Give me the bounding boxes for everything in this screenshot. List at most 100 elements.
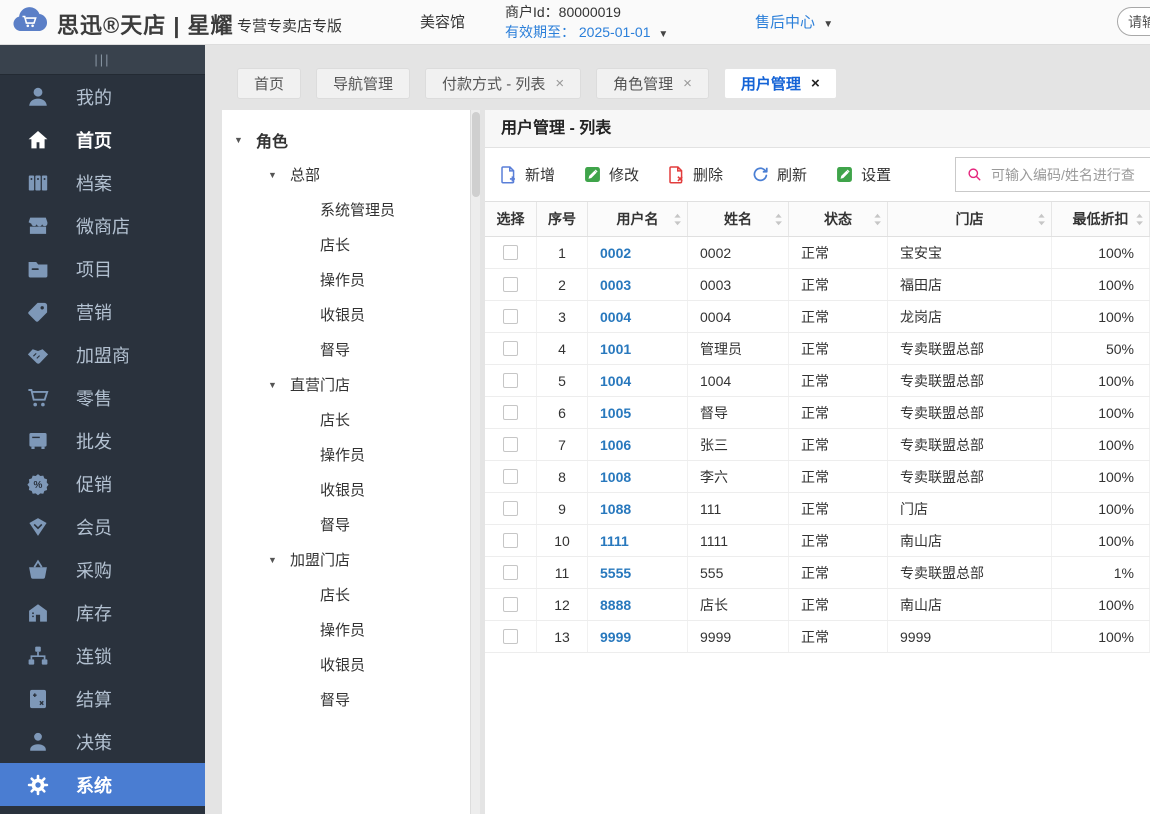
sort-icon[interactable] bbox=[1135, 213, 1144, 226]
column-header-store[interactable]: 门店 bbox=[888, 202, 1052, 236]
tree-node[interactable]: 督导 bbox=[222, 682, 470, 717]
table-row[interactable]: 1 0002 0002 正常 宝安宝 100% bbox=[485, 237, 1150, 269]
tree-node[interactable]: 店长 bbox=[222, 577, 470, 612]
sidebar-item-promotion[interactable]: % 促销 bbox=[0, 462, 205, 505]
tree-node[interactable]: 收银员 bbox=[222, 472, 470, 507]
table-row[interactable]: 12 8888 店长 正常 南山店 100% bbox=[485, 589, 1150, 621]
tab-4[interactable]: 角色管理 × bbox=[596, 68, 709, 99]
delete-button[interactable]: 删除 bbox=[667, 164, 723, 185]
sidebar-item-system[interactable]: 系统 bbox=[0, 763, 205, 806]
tree-node[interactable]: 操作员 bbox=[222, 612, 470, 647]
row-checkbox[interactable] bbox=[503, 533, 518, 548]
row-checkbox[interactable] bbox=[503, 629, 518, 644]
row-checkbox[interactable] bbox=[503, 341, 518, 356]
table-row[interactable]: 9 1088 111 正常 门店 100% bbox=[485, 493, 1150, 525]
tree-scrollbar-thumb[interactable] bbox=[472, 112, 480, 197]
tree-node[interactable]: ▼ 直营门店 bbox=[222, 367, 470, 402]
row-checkbox[interactable] bbox=[503, 469, 518, 484]
table-row[interactable]: 7 1006 张三 正常 专卖联盟总部 100% bbox=[485, 429, 1150, 461]
sidebar-item-wholesale[interactable]: 批发 bbox=[0, 419, 205, 462]
sidebar-item-marketing[interactable]: 营销 bbox=[0, 290, 205, 333]
add-button[interactable]: 新增 bbox=[499, 164, 555, 185]
tree-node[interactable]: 操作员 bbox=[222, 437, 470, 472]
row-checkbox[interactable] bbox=[503, 245, 518, 260]
column-header-status[interactable]: 状态 bbox=[789, 202, 888, 236]
row-checkbox[interactable] bbox=[503, 373, 518, 388]
tree-node[interactable]: 收银员 bbox=[222, 297, 470, 332]
tree-node[interactable]: 店长 bbox=[222, 402, 470, 437]
sidebar-item-purchasing[interactable]: 采购 bbox=[0, 548, 205, 591]
tab-1[interactable]: 首页 bbox=[237, 68, 302, 99]
tree-node[interactable]: 操作员 bbox=[222, 262, 470, 297]
username-link[interactable]: 0004 bbox=[600, 309, 631, 325]
username-link[interactable]: 1006 bbox=[600, 437, 631, 453]
sidebar-item-archives[interactable]: 档案 bbox=[0, 161, 205, 204]
sort-icon[interactable] bbox=[1037, 213, 1046, 226]
table-row[interactable]: 3 0004 0004 正常 龙岗店 100% bbox=[485, 301, 1150, 333]
tree-expand-icon[interactable]: ▼ bbox=[234, 135, 256, 145]
sidebar-item-retail[interactable]: 零售 bbox=[0, 376, 205, 419]
sidebar-item-home[interactable]: 首页 bbox=[0, 118, 205, 161]
refresh-button[interactable]: 刷新 bbox=[751, 164, 807, 185]
table-row[interactable]: 6 1005 督导 正常 专卖联盟总部 100% bbox=[485, 397, 1150, 429]
sort-icon[interactable] bbox=[673, 213, 682, 226]
tree-node[interactable]: 系统管理员 bbox=[222, 192, 470, 227]
tree-scrollbar[interactable] bbox=[470, 110, 480, 814]
tree-node[interactable]: ▼ 角色 bbox=[222, 122, 470, 157]
table-row[interactable]: 8 1008 李六 正常 专卖联盟总部 100% bbox=[485, 461, 1150, 493]
tree-expand-icon[interactable]: ▼ bbox=[268, 380, 290, 390]
table-row[interactable]: 13 9999 9999 正常 9999 100% bbox=[485, 621, 1150, 653]
validity-dropdown[interactable]: 有效期至： 2025-01-01 ▼ bbox=[505, 22, 668, 45]
sidebar-item-settlement[interactable]: 结算 bbox=[0, 677, 205, 720]
row-checkbox[interactable] bbox=[503, 437, 518, 452]
tree-node[interactable]: 收银员 bbox=[222, 647, 470, 682]
column-header-username[interactable]: 用户名 bbox=[588, 202, 688, 236]
table-search-input[interactable] bbox=[991, 166, 1150, 183]
sidebar-item-mine[interactable]: 我的 bbox=[0, 75, 205, 118]
tab-5[interactable]: 用户管理 × bbox=[723, 68, 837, 99]
username-link[interactable]: 0002 bbox=[600, 245, 631, 261]
username-link[interactable]: 0003 bbox=[600, 277, 631, 293]
column-header-name[interactable]: 姓名 bbox=[688, 202, 789, 236]
username-link[interactable]: 1004 bbox=[600, 373, 631, 389]
tree-expand-icon[interactable]: ▼ bbox=[268, 555, 290, 565]
column-header-discount[interactable]: 最低折扣 bbox=[1052, 202, 1150, 236]
close-icon[interactable]: × bbox=[683, 76, 692, 91]
username-link[interactable]: 1111 bbox=[600, 533, 629, 549]
modify-button[interactable]: 修改 bbox=[583, 164, 639, 185]
username-link[interactable]: 5555 bbox=[600, 565, 631, 581]
username-link[interactable]: 1008 bbox=[600, 469, 631, 485]
tree-node[interactable]: ▼ 总部 bbox=[222, 157, 470, 192]
table-search-box[interactable] bbox=[955, 157, 1150, 192]
sidebar-item-franchisee[interactable]: 加盟商 bbox=[0, 333, 205, 376]
row-checkbox[interactable] bbox=[503, 277, 518, 292]
tree-node[interactable]: 督导 bbox=[222, 507, 470, 542]
username-link[interactable]: 9999 bbox=[600, 629, 631, 645]
tree-node[interactable]: 督导 bbox=[222, 332, 470, 367]
row-checkbox[interactable] bbox=[503, 565, 518, 580]
sidebar-collapse-handle[interactable]: ||| bbox=[0, 45, 205, 75]
sidebar-item-decision[interactable]: 决策 bbox=[0, 720, 205, 763]
row-checkbox[interactable] bbox=[503, 309, 518, 324]
tree-node[interactable]: 店长 bbox=[222, 227, 470, 262]
settings-button[interactable]: 设置 bbox=[835, 164, 891, 185]
sidebar-item-chain[interactable]: 连锁 bbox=[0, 634, 205, 677]
top-search-input[interactable] bbox=[1117, 7, 1150, 36]
table-row[interactable]: 5 1004 1004 正常 专卖联盟总部 100% bbox=[485, 365, 1150, 397]
tree-node[interactable]: ▼ 加盟门店 bbox=[222, 542, 470, 577]
row-checkbox[interactable] bbox=[503, 501, 518, 516]
sidebar-item-members[interactable]: 会员 bbox=[0, 505, 205, 548]
tab-3[interactable]: 付款方式 - 列表 × bbox=[425, 68, 582, 99]
sidebar-item-inventory[interactable]: 库存 bbox=[0, 591, 205, 634]
row-checkbox[interactable] bbox=[503, 597, 518, 612]
table-row[interactable]: 2 0003 0003 正常 福田店 100% bbox=[485, 269, 1150, 301]
tree-expand-icon[interactable]: ▼ bbox=[268, 170, 290, 180]
username-link[interactable]: 8888 bbox=[600, 597, 631, 613]
table-row[interactable]: 4 1001 管理员 正常 专卖联盟总部 50% bbox=[485, 333, 1150, 365]
sort-icon[interactable] bbox=[873, 213, 882, 226]
sidebar-item-micro-store[interactable]: 微商店 bbox=[0, 204, 205, 247]
sidebar-item-projects[interactable]: 项目 bbox=[0, 247, 205, 290]
username-link[interactable]: 1001 bbox=[600, 341, 631, 357]
table-row[interactable]: 11 5555 555 正常 专卖联盟总部 1% bbox=[485, 557, 1150, 589]
username-link[interactable]: 1088 bbox=[600, 501, 631, 517]
